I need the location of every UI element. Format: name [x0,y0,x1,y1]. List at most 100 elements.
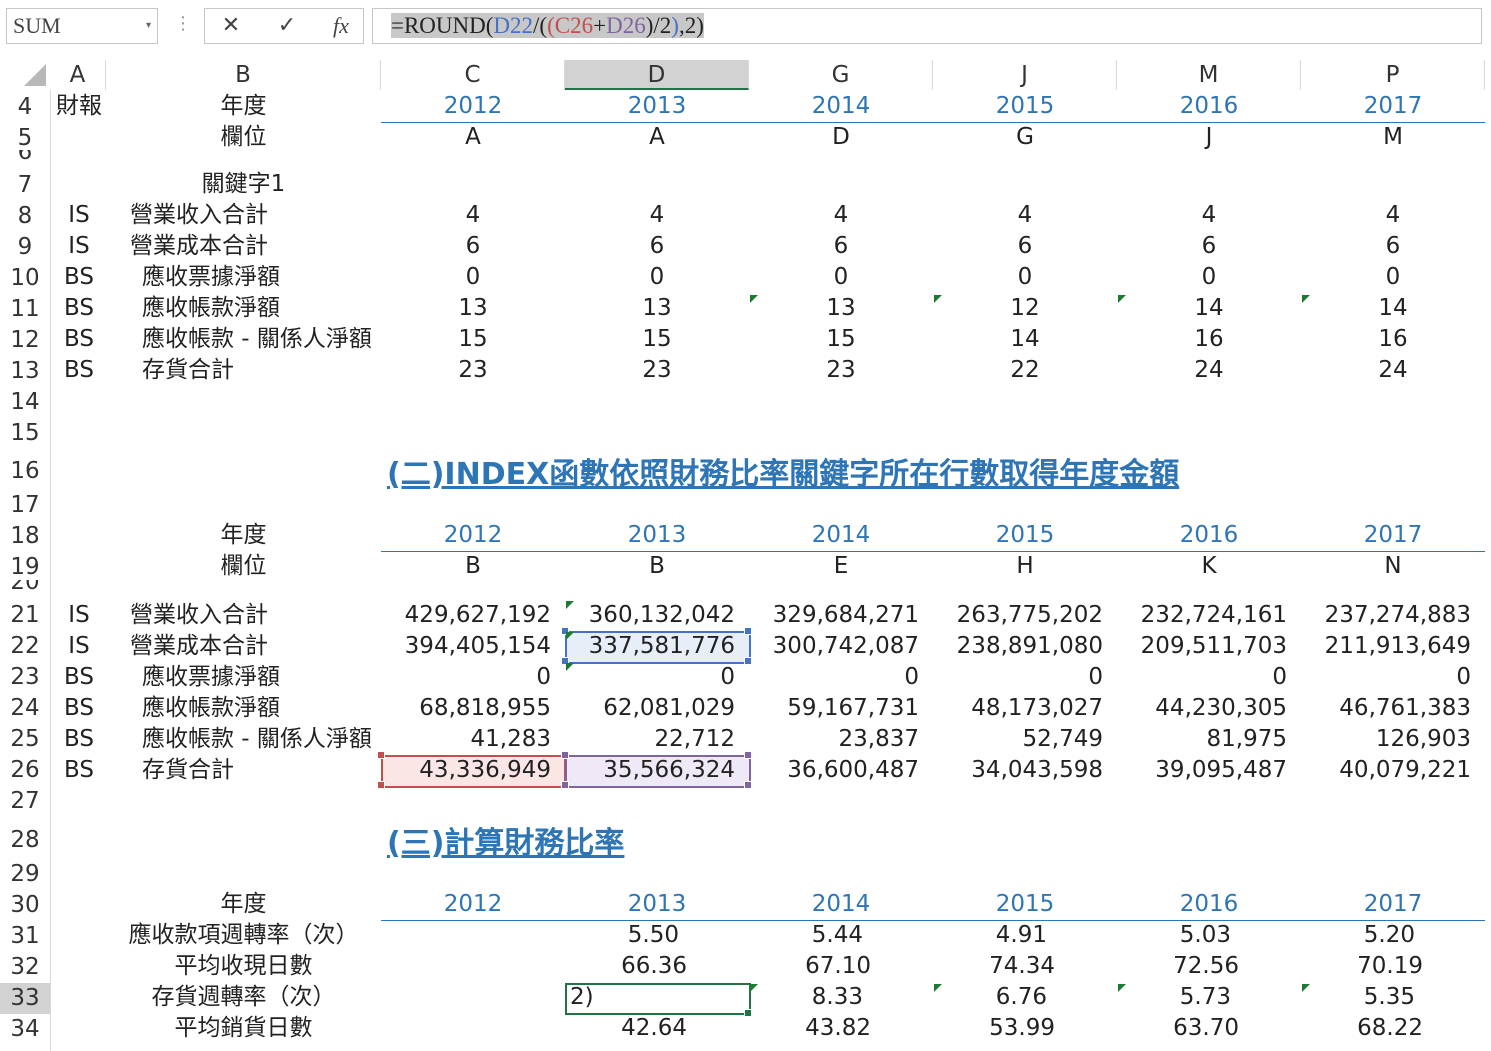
cell-b19[interactable]: 欄位 [106,552,381,581]
row-header[interactable]: 30 [0,890,50,921]
cell-label[interactable]: 應收票據淨額 [142,263,280,292]
cell-col-code[interactable]: M [1301,123,1485,152]
section-heading[interactable]: (三)計算財務比率 [387,818,624,862]
cell-value[interactable]: 16 [1117,325,1301,354]
cell-year[interactable]: 2016 [1117,521,1301,550]
cell-label[interactable]: 應收帳款 - 關係人淨額 [142,725,372,754]
cell-ratio[interactable]: 5.35 [1301,983,1485,1012]
cell-ratio[interactable]: 5.50 [565,921,749,950]
cell-ratio[interactable]: 53.99 [933,1014,1117,1043]
select-all-corner[interactable] [0,60,50,90]
cell-type[interactable]: BS [50,694,108,723]
cell-ratio[interactable]: 6.76 [933,983,1117,1012]
cell-amount[interactable]: 300,742,087 [749,632,933,661]
cell-ratio[interactable]: 42.64 [565,1014,749,1043]
formula-input[interactable]: =ROUND(D22/((C26+D26)/2),2) [372,8,1482,44]
cell-value[interactable]: 6 [1301,232,1485,261]
cell-amount[interactable]: 394,405,154 [381,632,565,661]
cell-ratio[interactable]: 4.91 [933,921,1117,950]
row-header[interactable]: 25 [0,724,50,755]
cell-ratio[interactable]: 5.44 [749,921,933,950]
cell-value[interactable]: 6 [565,232,749,261]
cell-b18[interactable]: 年度 [106,521,381,550]
row-header[interactable]: 19 [0,552,50,583]
cell-label[interactable]: 存貨合計 [142,356,234,385]
cell-amount[interactable]: 46,761,383 [1301,694,1485,723]
cell-year[interactable]: 2012 [381,92,565,121]
cell-type[interactable]: BS [50,356,108,385]
formula-bar-splitter-icon[interactable]: ⋮ [174,12,192,36]
row-header[interactable]: 17 [0,490,50,521]
cell-amount[interactable]: 209,511,703 [1117,632,1301,661]
cell-year[interactable]: 2012 [381,890,565,919]
row-header[interactable]: 9 [0,232,50,263]
cell-value[interactable]: 0 [1117,263,1301,292]
cell-value[interactable]: 15 [565,325,749,354]
cell-col-code[interactable]: J [1117,123,1301,152]
cell-value[interactable]: 13 [565,294,749,323]
cell-b7[interactable]: 關鍵字1 [106,170,381,199]
cell-amount[interactable]: 211,913,649 [1301,632,1485,661]
cell-amount[interactable]: 48,173,027 [933,694,1117,723]
cell-year[interactable]: 2017 [1301,92,1485,121]
cell-label[interactable]: 存貨合計 [142,756,234,785]
cell-value[interactable]: 13 [749,294,933,323]
cell-amount[interactable]: 59,167,731 [749,694,933,723]
row-header[interactable]: 10 [0,263,50,294]
cell-value[interactable]: 6 [381,232,565,261]
cell-value[interactable]: 6 [749,232,933,261]
row-header[interactable]: 27 [0,786,50,817]
cell-amount[interactable]: 0 [565,663,749,692]
cell-amount[interactable]: 0 [381,663,565,692]
cell-col-code[interactable]: N [1301,552,1485,581]
error-indicator-icon[interactable] [934,295,942,303]
row-header[interactable]: 28 [0,825,50,856]
cell-amount[interactable]: 81,975 [1117,725,1301,754]
cell-amount[interactable]: 34,043,598 [933,756,1117,785]
name-box-dropdown-icon[interactable]: ▾ [146,9,151,43]
column-header-p[interactable]: P [1301,60,1485,90]
row-header[interactable]: 13 [0,356,50,387]
cell-year[interactable]: 2015 [933,521,1117,550]
cell-ratio-label[interactable]: 平均收現日數 [106,952,381,981]
row-header[interactable]: 12 [0,325,50,356]
cell-ratio[interactable]: 70.19 [1301,952,1485,981]
cell-year[interactable]: 2014 [749,92,933,121]
cell-value[interactable]: 6 [1117,232,1301,261]
cancel-icon[interactable]: ✕ [211,9,251,43]
row-header[interactable]: 23 [0,662,50,693]
cell-year[interactable]: 2016 [1117,890,1301,919]
cell-value[interactable]: 23 [749,356,933,385]
column-header-m[interactable]: M [1117,60,1301,90]
row-header[interactable]: 5 [0,123,50,150]
column-header-j[interactable]: J [933,60,1117,90]
row-header[interactable]: 22 [0,631,50,662]
cell-ratio-label[interactable]: 存貨週轉率（次） [106,983,381,1012]
column-header-a[interactable]: A [50,60,106,90]
cell-value[interactable]: 23 [565,356,749,385]
cell-value[interactable]: 0 [749,263,933,292]
cell-label[interactable]: 營業收入合計 [130,201,268,230]
cell-amount[interactable]: 238,891,080 [933,632,1117,661]
cell-label[interactable]: 應收票據淨額 [142,663,280,692]
column-header-g[interactable]: G [749,60,933,90]
cell-value[interactable]: 12 [933,294,1117,323]
section-heading[interactable]: (二)INDEX函數依照財務比率關鍵字所在行數取得年度金額 [387,449,1179,493]
cell-value[interactable]: 6 [933,232,1117,261]
cell-amount[interactable]: 360,132,042 [565,601,749,630]
cell-type[interactable]: BS [50,756,108,785]
cell-ratio[interactable]: 66.36 [565,952,749,981]
cell-value[interactable]: 16 [1301,325,1485,354]
row-header[interactable]: 7 [0,170,50,201]
cell-type[interactable]: IS [50,232,108,261]
cell-amount[interactable]: 39,095,487 [1117,756,1301,785]
cell-d33-editing-text[interactable]: 2) [570,983,740,1012]
cell-ratio[interactable]: 72.56 [1117,952,1301,981]
error-indicator-icon[interactable] [1118,295,1126,303]
cell-b30[interactable]: 年度 [106,890,381,919]
cell-amount[interactable]: 23,837 [749,725,933,754]
cell-type[interactable]: BS [50,294,108,323]
cell-ratio[interactable]: 43.82 [749,1014,933,1043]
cell-year[interactable]: 2017 [1301,890,1485,919]
row-header[interactable]: 31 [0,921,50,952]
